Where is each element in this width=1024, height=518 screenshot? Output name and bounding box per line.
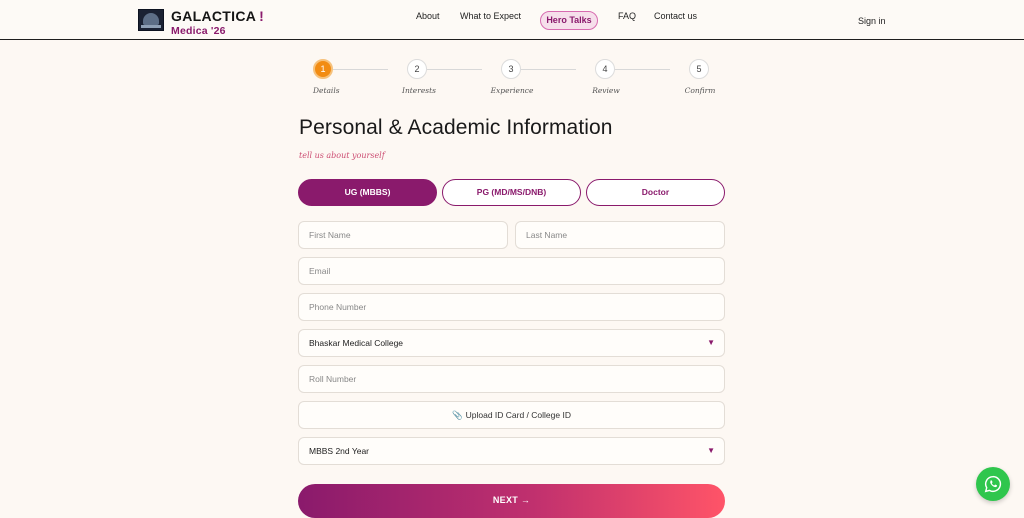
step-4-label: Review	[592, 86, 620, 95]
email-input[interactable]: Email	[298, 257, 725, 285]
whatsapp-chat-button[interactable]	[976, 467, 1010, 501]
stepper-connector	[427, 69, 482, 70]
step-1-indicator[interactable]: 1	[313, 59, 333, 79]
year-select[interactable]: MBBS 2nd Year ▼	[298, 437, 725, 465]
brand-exclamation: !	[259, 8, 265, 24]
step-3-label: Experience	[490, 86, 534, 95]
brand-subtitle: Medica '26	[171, 25, 226, 37]
nav-link-about[interactable]: About	[416, 11, 440, 21]
college-select[interactable]: Bhaskar Medical College ▼	[298, 329, 725, 357]
nav-link-hero-talks[interactable]: Hero Talks	[540, 11, 598, 30]
college-select-value: Bhaskar Medical College	[309, 338, 404, 348]
first-name-input[interactable]: First Name	[298, 221, 508, 249]
level-option-ug[interactable]: UG (MBBS)	[298, 179, 437, 206]
next-button[interactable]: NEXT →	[298, 484, 725, 518]
caret-down-icon: ▼	[707, 446, 715, 455]
stepper-connector	[615, 69, 670, 70]
roll-number-input[interactable]: Roll Number	[298, 365, 725, 393]
level-option-doctor[interactable]: Doctor	[586, 179, 725, 206]
brand-name[interactable]: GALACTICA!	[171, 8, 264, 24]
last-name-input[interactable]: Last Name	[515, 221, 725, 249]
stepper-connector	[333, 69, 388, 70]
stepper-connector	[521, 69, 576, 70]
step-5-label: Confirm	[684, 86, 716, 95]
whatsapp-icon	[984, 475, 1002, 493]
upload-id-label: Upload ID Card / College ID	[465, 410, 571, 420]
upload-id-button[interactable]: 📎 Upload ID Card / College ID	[298, 401, 725, 429]
step-5-indicator[interactable]: 5	[689, 59, 709, 79]
step-2-indicator[interactable]: 2	[407, 59, 427, 79]
page-tagline: tell us about yourself	[299, 151, 385, 160]
year-select-value: MBBS 2nd Year	[309, 446, 370, 456]
brand-logo[interactable]	[138, 9, 164, 31]
paperclip-icon: 📎	[452, 410, 463, 420]
nav-link-what-to-expect[interactable]: What to Expect	[460, 11, 521, 21]
nav-link-contact[interactable]: Contact us	[654, 11, 697, 21]
phone-input[interactable]: Phone Number	[298, 293, 725, 321]
step-3-indicator[interactable]: 3	[501, 59, 521, 79]
brand-name-text: GALACTICA	[171, 8, 257, 24]
caret-down-icon: ▼	[707, 338, 715, 347]
nav-link-faq[interactable]: FAQ	[618, 11, 636, 21]
step-2-label: Interests	[402, 86, 436, 95]
sign-in-link[interactable]: Sign in	[858, 16, 886, 26]
step-4-indicator[interactable]: 4	[595, 59, 615, 79]
page-title: Personal & Academic Information	[299, 116, 613, 139]
top-navigation-bar: GALACTICA! Medica '26 About What to Expe…	[0, 0, 1024, 40]
level-option-pg[interactable]: PG (MD/MS/DNB)	[442, 179, 581, 206]
step-1-label: Details	[313, 86, 340, 95]
